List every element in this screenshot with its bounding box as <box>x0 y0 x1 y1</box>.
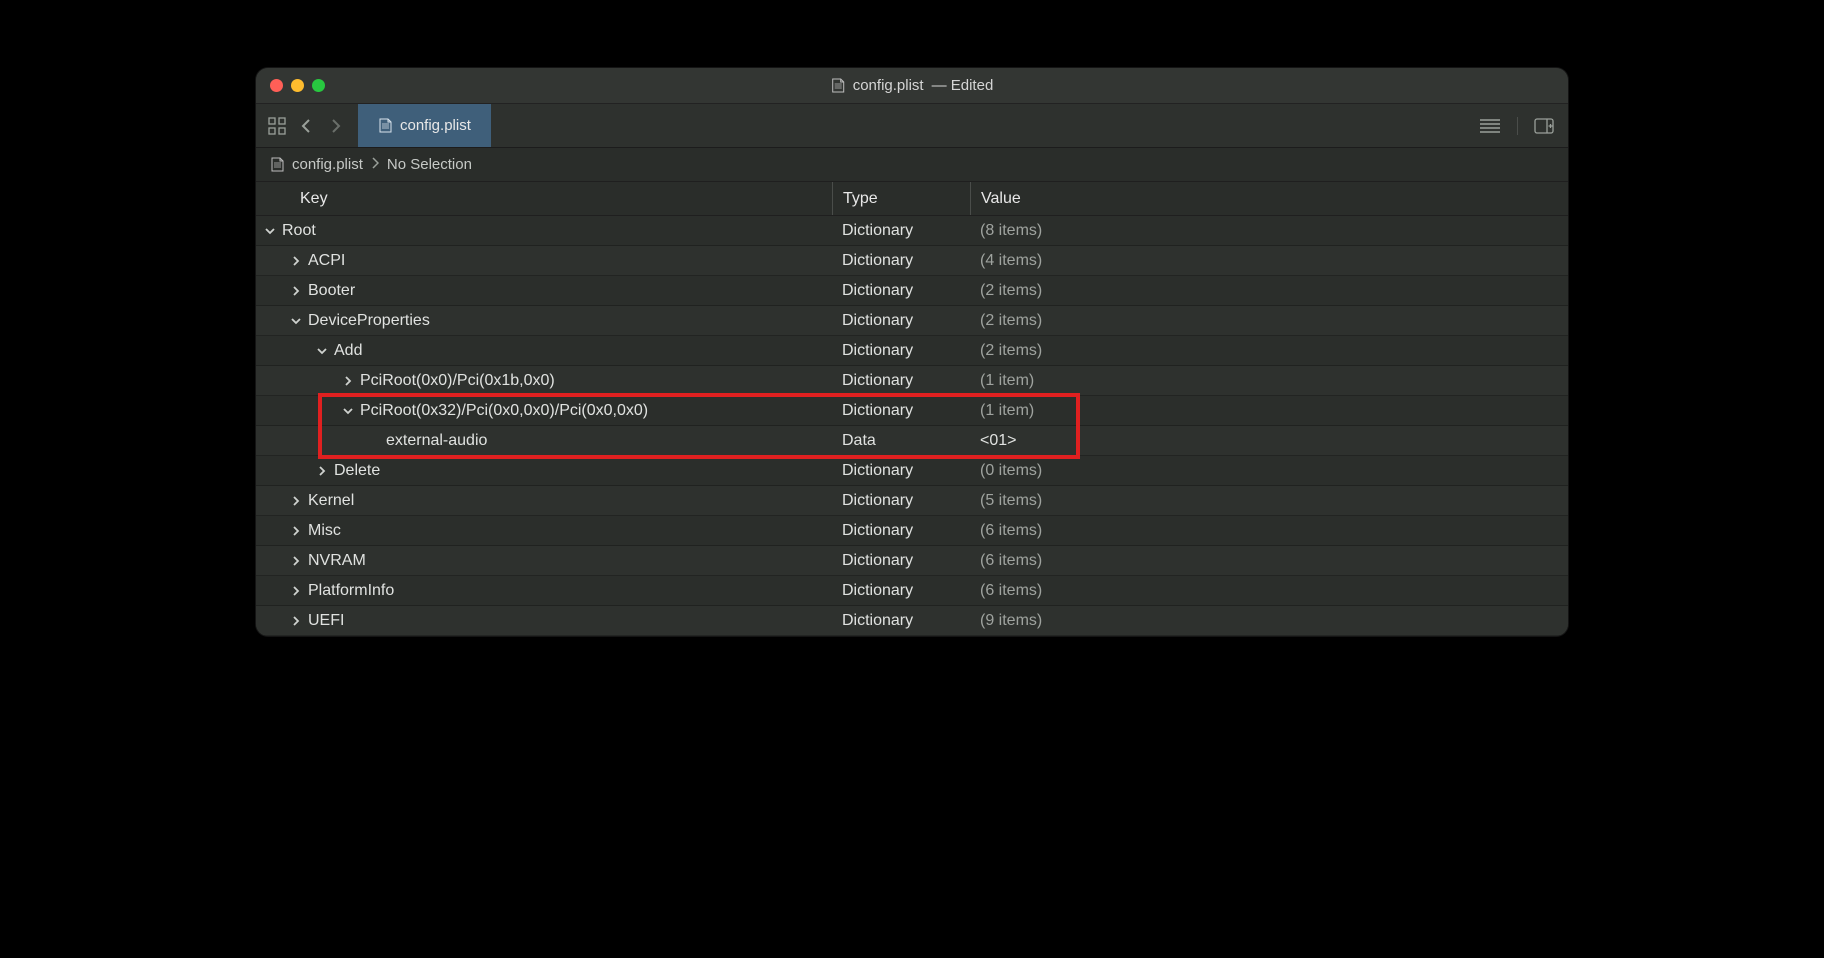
row-key: ACPI <box>308 252 345 270</box>
row-key: external-audio <box>386 432 487 450</box>
table-row[interactable]: NVRAM Dictionary(6 items) <box>256 546 1568 576</box>
chevron-down-icon[interactable] <box>262 225 278 237</box>
table-row[interactable]: ACPI Dictionary(4 items) <box>256 246 1568 276</box>
lines-view-icon[interactable] <box>1479 118 1501 134</box>
table-row[interactable]: PciRoot(0x32)/Pci(0x0,0x0)/Pci(0x0,0x0) D… <box>256 396 1568 426</box>
window-title-status: — Edited <box>932 77 994 94</box>
row-type: Dictionary <box>832 492 970 510</box>
breadcrumb[interactable]: config.plist No Selection <box>256 148 1568 182</box>
header-key[interactable]: Key <box>256 190 832 208</box>
row-type: Dictionary <box>832 582 970 600</box>
row-value: (6 items) <box>970 552 1568 570</box>
row-type: Data <box>832 432 970 450</box>
close-window-button[interactable] <box>270 79 283 92</box>
tab-config-plist[interactable]: config.plist <box>358 104 491 147</box>
row-type: Dictionary <box>832 402 970 420</box>
breadcrumb-file: config.plist <box>292 156 363 173</box>
row-key: Kernel <box>308 492 354 510</box>
related-items-icon[interactable] <box>268 117 286 135</box>
table-row[interactable]: UEFI Dictionary(9 items) <box>256 606 1568 636</box>
chevron-right-icon[interactable] <box>340 375 356 387</box>
plist-tree: RootDictionary(8 items)ACPIDictionary(4 … <box>256 216 1568 636</box>
row-key: PciRoot(0x32)/Pci(0x0,0x0)/Pci(0x0,0x0) <box>360 402 648 420</box>
chevron-right-icon[interactable] <box>288 525 304 537</box>
row-type: Dictionary <box>832 462 970 480</box>
row-type: Dictionary <box>832 522 970 540</box>
table-row[interactable]: Kernel Dictionary(5 items) <box>256 486 1568 516</box>
row-value: (6 items) <box>970 582 1568 600</box>
document-icon <box>831 78 845 94</box>
row-value: (5 items) <box>970 492 1568 510</box>
table-row[interactable]: external-audio Data<01> <box>256 426 1568 456</box>
minimize-window-button[interactable] <box>291 79 304 92</box>
table-row[interactable]: Add Dictionary(2 items) <box>256 336 1568 366</box>
column-headers[interactable]: Key Type Value <box>256 182 1568 216</box>
header-type[interactable]: Type <box>832 182 970 215</box>
chevron-right-icon[interactable] <box>288 255 304 267</box>
row-key: Misc <box>308 522 341 540</box>
chevron-right-icon <box>371 156 379 173</box>
table-row[interactable]: PlatformInfo Dictionary(6 items) <box>256 576 1568 606</box>
row-key: Booter <box>308 282 355 300</box>
window-title: config.plist — Edited <box>831 77 994 94</box>
tab-label: config.plist <box>400 117 471 134</box>
nav-forward-button[interactable] <box>326 118 346 134</box>
editor-window: config.plist — Edited config.plist <box>256 68 1568 636</box>
toolbar: config.plist <box>256 104 1568 148</box>
row-key: UEFI <box>308 612 344 630</box>
header-value[interactable]: Value <box>970 182 1568 215</box>
row-type: Dictionary <box>832 612 970 630</box>
window-title-filename: config.plist <box>853 77 924 94</box>
chevron-right-icon[interactable] <box>288 585 304 597</box>
table-row[interactable]: DeviceProperties Dictionary(2 items) <box>256 306 1568 336</box>
table-row[interactable]: Delete Dictionary(0 items) <box>256 456 1568 486</box>
row-type: Dictionary <box>832 552 970 570</box>
document-icon <box>378 118 392 134</box>
row-value: (9 items) <box>970 612 1568 630</box>
chevron-right-icon[interactable] <box>288 555 304 567</box>
row-key: PciRoot(0x0)/Pci(0x1b,0x0) <box>360 372 555 390</box>
traffic-lights <box>270 79 325 92</box>
zoom-window-button[interactable] <box>312 79 325 92</box>
row-value: (1 item) <box>970 372 1568 390</box>
row-type: Dictionary <box>832 312 970 330</box>
row-value: (2 items) <box>970 312 1568 330</box>
row-key: Root <box>282 222 316 240</box>
row-key: DeviceProperties <box>308 312 430 330</box>
document-icon <box>270 157 284 173</box>
table-row[interactable]: Misc Dictionary(6 items) <box>256 516 1568 546</box>
row-type: Dictionary <box>832 372 970 390</box>
table-row[interactable]: Root Dictionary(8 items) <box>256 216 1568 246</box>
row-type: Dictionary <box>832 282 970 300</box>
chevron-right-icon[interactable] <box>314 465 330 477</box>
row-value: (2 items) <box>970 282 1568 300</box>
chevron-down-icon[interactable] <box>288 315 304 327</box>
row-type: Dictionary <box>832 342 970 360</box>
row-key: PlatformInfo <box>308 582 394 600</box>
chevron-right-icon[interactable] <box>288 285 304 297</box>
row-value: (8 items) <box>970 222 1568 240</box>
row-key: Delete <box>334 462 380 480</box>
table-row[interactable]: Booter Dictionary(2 items) <box>256 276 1568 306</box>
chevron-right-icon[interactable] <box>288 615 304 627</box>
row-type: Dictionary <box>832 252 970 270</box>
table-row[interactable]: PciRoot(0x0)/Pci(0x1b,0x0) Dictionary(1 i… <box>256 366 1568 396</box>
row-key: Add <box>334 342 362 360</box>
chevron-down-icon[interactable] <box>340 405 356 417</box>
chevron-down-icon[interactable] <box>314 345 330 357</box>
breadcrumb-selection: No Selection <box>387 156 472 173</box>
row-value: (4 items) <box>970 252 1568 270</box>
row-value: (1 item) <box>970 402 1568 420</box>
row-value: (0 items) <box>970 462 1568 480</box>
row-type: Dictionary <box>832 222 970 240</box>
row-value: (2 items) <box>970 342 1568 360</box>
add-pane-icon[interactable] <box>1534 118 1554 134</box>
chevron-right-icon[interactable] <box>288 495 304 507</box>
row-value: <01> <box>970 432 1568 450</box>
titlebar: config.plist — Edited <box>256 68 1568 104</box>
toolbar-divider <box>1517 117 1518 135</box>
nav-back-button[interactable] <box>296 118 316 134</box>
row-key: NVRAM <box>308 552 366 570</box>
row-value: (6 items) <box>970 522 1568 540</box>
